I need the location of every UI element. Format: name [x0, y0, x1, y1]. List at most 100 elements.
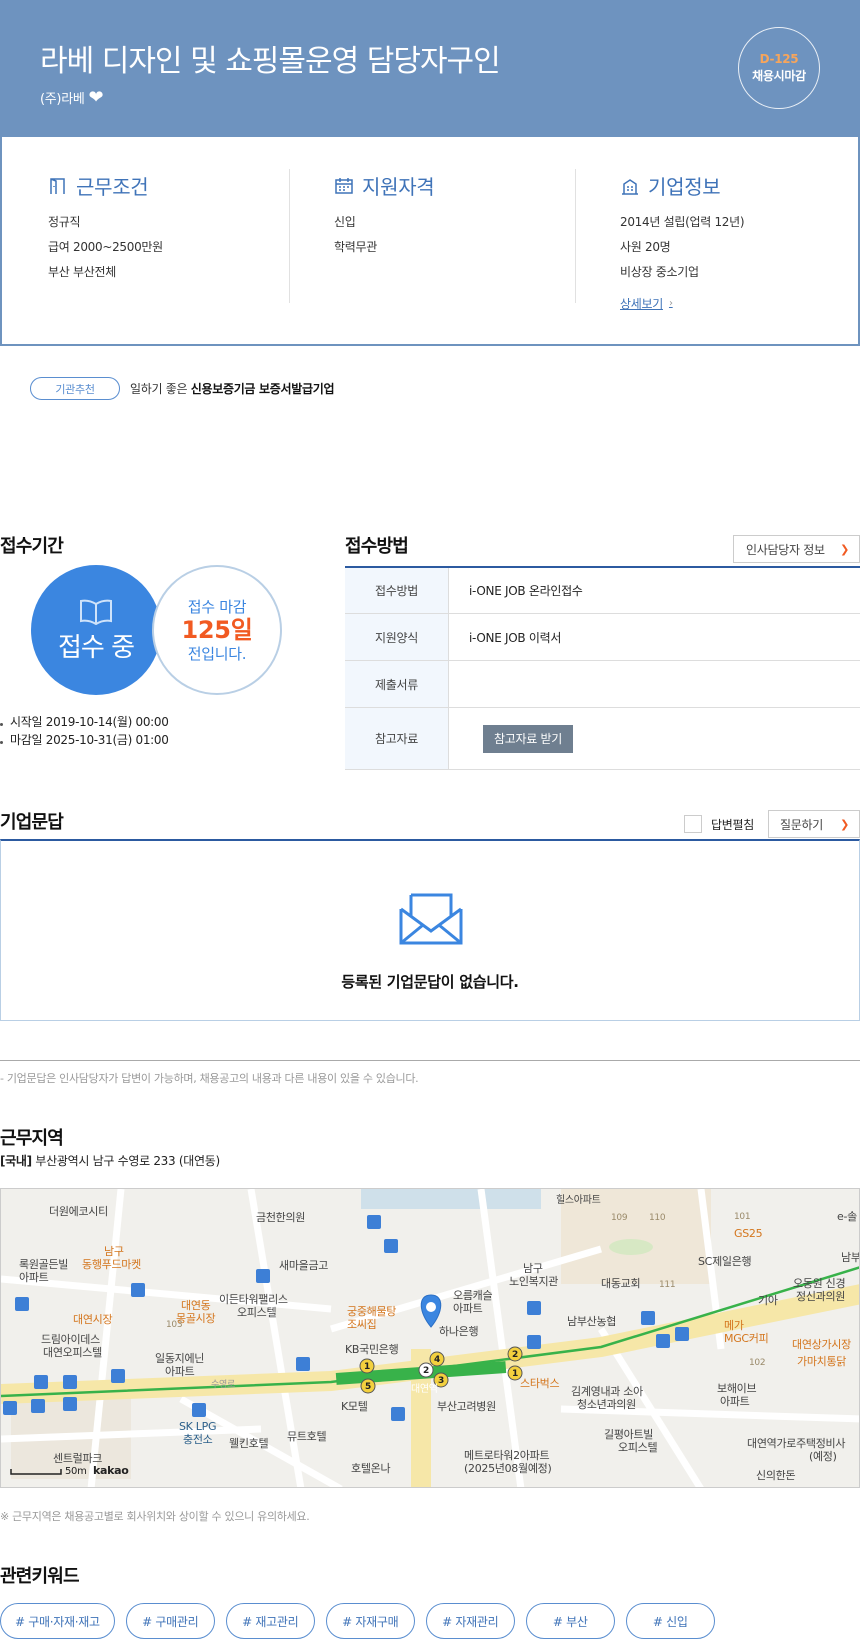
expand-answers-toggle[interactable]: 답변펼침: [684, 815, 754, 833]
map-label: 메가: [724, 1319, 744, 1332]
employment-type: 정규직: [48, 215, 81, 229]
founded: 2014년 설립(업력 12년): [620, 215, 745, 229]
method-row: 제출서류: [345, 661, 860, 708]
map-label: 대연동: [181, 1299, 211, 1312]
company-type: 비상장 중소기업: [620, 265, 699, 279]
keyword-tag[interactable]: # 자재관리: [425, 1603, 515, 1639]
map-label: 스타벅스: [520, 1377, 559, 1390]
map-label: 가마치통닭: [797, 1355, 846, 1368]
work-conditions-heading: 근무조건: [48, 171, 163, 200]
map-label: K모텔: [341, 1400, 368, 1413]
keyword-tag[interactable]: # 자재구매: [325, 1603, 415, 1639]
map-label: SC제일은행: [698, 1254, 751, 1268]
method-row: 참고자료 참고자료 받기: [345, 708, 860, 770]
chevron-right-icon: ❯: [840, 817, 849, 831]
method-key: 참고자료: [345, 708, 449, 769]
map-canvas[interactable]: 1 5 4 3 2 2 1 더원에코시티 금천한의원 힐스아파트 남구 동행푸드…: [1, 1189, 860, 1488]
door-icon: [50, 177, 65, 194]
map-label: e-솔: [837, 1210, 857, 1223]
period-title: 접수기간: [0, 536, 64, 557]
remaining-suffix: 전입니다.: [187, 645, 247, 664]
map-label: 더원에코시티: [49, 1205, 108, 1218]
map-label: 신의한돈: [756, 1469, 795, 1482]
salary: 급여 2000~2500만원: [48, 240, 163, 254]
qualifications-heading: 지원자격: [334, 171, 435, 200]
hr-contact-button[interactable]: 인사담당자 정보 ❯: [733, 535, 860, 563]
map-label: 대연오피스텔: [43, 1346, 102, 1359]
map-label: (예정): [809, 1450, 837, 1463]
map-label: 수영로: [211, 1379, 235, 1390]
map-label: 3: [438, 1376, 444, 1386]
keyword-tag[interactable]: # 부산: [525, 1603, 615, 1639]
expand-answers-label: 답변펼침: [711, 817, 754, 832]
status-text: 접수 중: [57, 632, 135, 663]
method-value: i-ONE JOB 온라인접수: [469, 584, 583, 598]
reference-download-button[interactable]: 참고자료 받기: [483, 724, 573, 753]
location-note: ※ 근무지역은 채용공고별로 회사위치와 상이할 수 있으니 유의하세요.: [0, 1510, 310, 1523]
method-value: i-ONE JOB 이력서: [469, 630, 562, 645]
region-tag: [국내]: [0, 1154, 32, 1168]
map-label: 5: [365, 1382, 371, 1392]
map-label: 아파트: [19, 1271, 49, 1284]
map-label: 일동지에닌: [155, 1351, 204, 1365]
keyword-tag[interactable]: # 구매·자재·재고: [0, 1603, 115, 1639]
job-posting-page: 라베 디자인 및 쇼핑몰운영 담당자구인 (주)라베 ❤ D-125 채용시마감…: [0, 0, 860, 1640]
location-title: 근무지역: [0, 1128, 64, 1149]
expand-answers-checkbox[interactable]: [684, 815, 702, 833]
map-label: 오름캐슬: [453, 1289, 492, 1302]
map-label: 노인복지관: [509, 1275, 558, 1288]
map-label: 이든타워팰리스: [219, 1293, 288, 1306]
keywords-title: 관련키워드: [0, 1566, 80, 1587]
map-label: SK LPG: [179, 1420, 216, 1433]
map-label: 메트로타워2아파트: [464, 1449, 549, 1462]
map-scale-label: 50m: [65, 1466, 87, 1477]
work-region: 부산 부산전체: [48, 265, 116, 279]
location-map[interactable]: 1 5 4 3 2 2 1 더원에코시티 금천한의원 힐스아파트 남구 동행푸드…: [0, 1188, 860, 1488]
company-detail-link[interactable]: 상세보기 ›: [620, 295, 673, 312]
qualifications-title: 지원자격: [362, 175, 435, 199]
posting-title: 라베 디자인 및 쇼핑몰운영 담당자구인: [40, 44, 501, 79]
map-label: 조씨집: [347, 1318, 376, 1331]
dday-count: D-125: [759, 52, 799, 66]
hr-contact-label: 인사담당자 정보: [746, 542, 825, 557]
calendar-icon: [335, 177, 353, 194]
map-label: 동행푸드마켓: [82, 1258, 141, 1271]
heart-icon[interactable]: ❤: [89, 88, 104, 107]
divider: [0, 1060, 860, 1061]
method-key: 제출서류: [345, 661, 449, 707]
map-label: 2: [423, 1366, 429, 1376]
map-label: 청소년과의원: [577, 1398, 636, 1411]
keyword-tag[interactable]: # 재고관리: [225, 1603, 315, 1639]
ask-question-button[interactable]: 질문하기 ❯: [768, 810, 860, 838]
qa-box: 등록된 기업문답이 없습니다.: [0, 839, 860, 1021]
recommendation-prefix: 일하기 좋은: [130, 382, 191, 396]
kakao-logo: kakao: [93, 1464, 129, 1477]
map-label: 금천한의원: [256, 1210, 305, 1224]
method-row: 접수방법 i-ONE JOB 온라인접수: [345, 568, 860, 614]
map-label: 남부: [841, 1251, 860, 1264]
method-table: 접수방법 i-ONE JOB 온라인접수 지원양식 i-ONE JOB 이력서 …: [345, 566, 860, 770]
company-name[interactable]: (주)라베: [40, 88, 85, 107]
education: 학력무관: [334, 240, 377, 254]
map-label: 남부산농협: [567, 1315, 616, 1328]
qa-title: 기업문답: [0, 812, 64, 833]
map-label: 드림아이데스: [41, 1333, 100, 1346]
building-icon: [622, 178, 638, 195]
dday-badge: D-125 채용시마감: [738, 27, 820, 109]
map-label: 1: [512, 1369, 518, 1379]
map-label: 오동원 신경: [793, 1277, 845, 1290]
map-label: KB국민은행: [345, 1343, 398, 1356]
divider: [575, 169, 576, 303]
work-conditions: 근무조건 정규직 급여 2000~2500만원 부산 부산전체: [48, 171, 163, 285]
work-address: [국내] 부산광역시 남구 수영로 233 (대연동): [0, 1152, 220, 1169]
map-label: 오피스텔: [618, 1441, 657, 1454]
map-label: 109: [611, 1213, 628, 1223]
keyword-tag[interactable]: # 신입: [625, 1603, 715, 1639]
posting-header: 라베 디자인 및 쇼핑몰운영 담당자구인 (주)라베 ❤ D-125 채용시마감: [0, 0, 860, 137]
map-label: 호텔온나: [351, 1462, 390, 1475]
career-level: 신입: [334, 215, 356, 229]
keyword-tag[interactable]: # 구매관리: [125, 1603, 215, 1639]
map-label: 김계영내과 소아: [571, 1385, 643, 1398]
chevron-right-icon: ›: [668, 298, 673, 309]
map-label: 하나은행: [439, 1324, 478, 1338]
